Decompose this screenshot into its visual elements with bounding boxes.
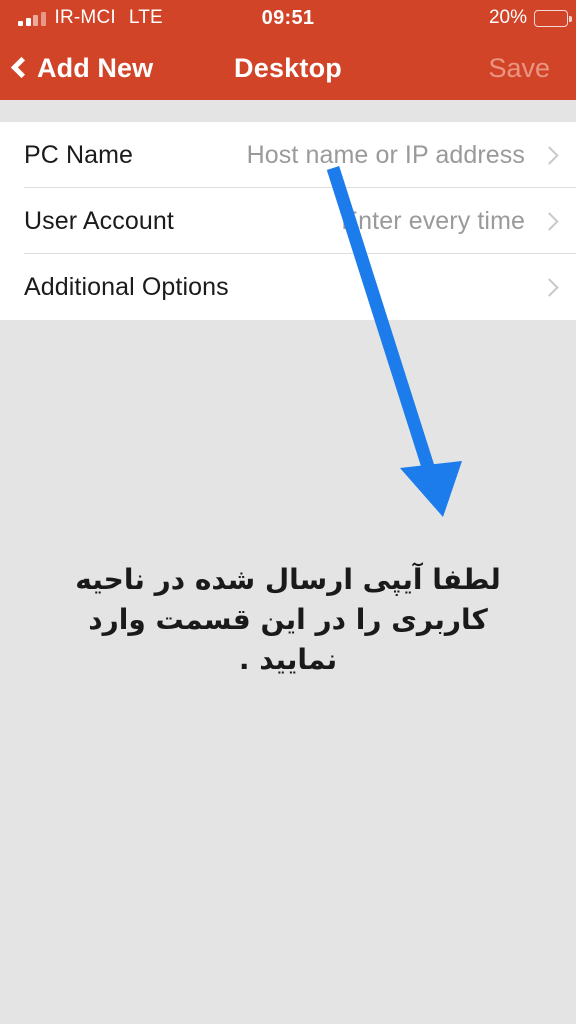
battery-percent-label: 20% bbox=[488, 7, 527, 28]
chevron-right-icon bbox=[540, 277, 559, 297]
chevron-right-icon bbox=[540, 211, 559, 231]
settings-row-label: PC Name bbox=[24, 140, 134, 169]
phone-screen: IR-MCI LTE 09:51 20% Add New Desktop Sav… bbox=[0, 0, 576, 1024]
navigation-bar: Add New Desktop Save bbox=[0, 36, 576, 100]
chevron-right-icon bbox=[540, 145, 559, 165]
status-bar-right: 20% bbox=[488, 0, 572, 36]
settings-row-pc-name[interactable]: PC Name Host name or IP address bbox=[0, 122, 576, 188]
battery-low-icon bbox=[534, 9, 572, 27]
settings-row-label: User Account bbox=[24, 206, 174, 235]
settings-row-label: Additional Options bbox=[24, 272, 229, 301]
list-top-spacer bbox=[0, 100, 576, 122]
settings-row-additional-options[interactable]: Additional Options bbox=[0, 254, 576, 320]
settings-list: PC Name Host name or IP address User Acc… bbox=[0, 122, 576, 320]
status-bar: IR-MCI LTE 09:51 20% bbox=[0, 0, 576, 36]
instruction-note-line-2: کاربری را در این قسمت وارد نمایید . bbox=[88, 602, 488, 676]
save-button[interactable]: Save bbox=[488, 36, 550, 100]
settings-row-user-account[interactable]: User Account Enter every time bbox=[0, 188, 576, 254]
instruction-note-line-1: لطفا آیپی ارسال شده در ناحیه bbox=[75, 563, 501, 596]
instruction-note: لطفا آیپی ارسال شده در ناحیه کاربری را د… bbox=[0, 560, 576, 679]
settings-row-value: Host name or IP address bbox=[246, 140, 525, 169]
settings-row-value: Enter every time bbox=[341, 206, 525, 235]
